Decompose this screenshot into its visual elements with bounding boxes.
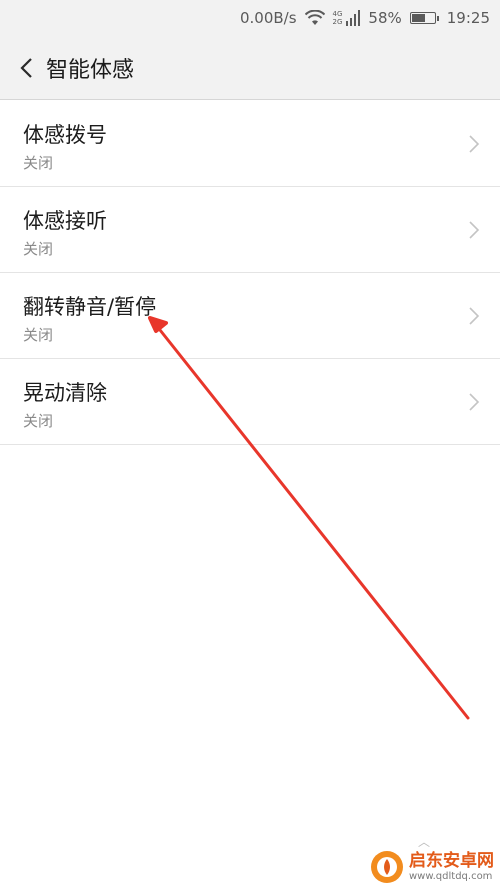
item-status: 关闭 bbox=[23, 412, 54, 430]
item-title: 体感拨号 bbox=[23, 123, 107, 147]
item-title: 翻转静音/暂停 bbox=[23, 295, 157, 319]
item-title: 晃动清除 bbox=[23, 381, 107, 405]
chevron-left-icon bbox=[20, 57, 32, 78]
battery-icon bbox=[409, 12, 439, 24]
chevron-right-icon bbox=[469, 221, 480, 239]
network-type-2g: 2G bbox=[332, 18, 343, 26]
watermark-name: 启东安卓网 bbox=[409, 851, 494, 872]
item-status: 关闭 bbox=[23, 240, 54, 258]
network-type-label: 4G 2G bbox=[333, 10, 343, 26]
clock: 19:25 bbox=[446, 9, 490, 27]
settings-list: 体感拨号 关闭 体感接听 关闭 翻转静音/暂停 关闭 晃动清除 关闭 bbox=[0, 101, 500, 445]
battery-fill bbox=[411, 14, 425, 22]
item-title: 体感接听 bbox=[23, 209, 107, 233]
network-speed: 0.00B/s bbox=[239, 9, 297, 27]
header-bar: 智能体感 bbox=[0, 36, 500, 100]
wifi-icon bbox=[304, 10, 325, 25]
list-item-gesture-dial[interactable]: 体感拨号 关闭 bbox=[0, 101, 500, 187]
scroll-hint-icon: ︿ bbox=[418, 835, 431, 849]
item-status: 关闭 bbox=[23, 154, 54, 172]
back-button[interactable] bbox=[6, 36, 46, 100]
chevron-right-icon bbox=[469, 135, 480, 153]
list-item-gesture-answer[interactable]: 体感接听 关闭 bbox=[0, 187, 500, 273]
watermark-logo-icon bbox=[371, 851, 403, 883]
battery-percent: 58% bbox=[368, 9, 402, 27]
item-status: 关闭 bbox=[23, 326, 54, 344]
watermark: 启东安卓网 www.qdltdq.com bbox=[369, 849, 494, 885]
network-type-4g: 4G bbox=[332, 10, 343, 18]
page-title: 智能体感 bbox=[46, 57, 135, 83]
watermark-url: www.qdltdq.com bbox=[409, 870, 493, 882]
list-item-shake-clear[interactable]: 晃动清除 关闭 bbox=[0, 359, 500, 445]
status-bar: 0.00B/s 4G 2G 58% 19:25 bbox=[0, 0, 500, 36]
list-item-flip-mute[interactable]: 翻转静音/暂停 关闭 bbox=[0, 273, 500, 359]
chevron-right-icon bbox=[469, 307, 480, 325]
signal-icon bbox=[346, 10, 361, 26]
chevron-right-icon bbox=[469, 393, 480, 411]
